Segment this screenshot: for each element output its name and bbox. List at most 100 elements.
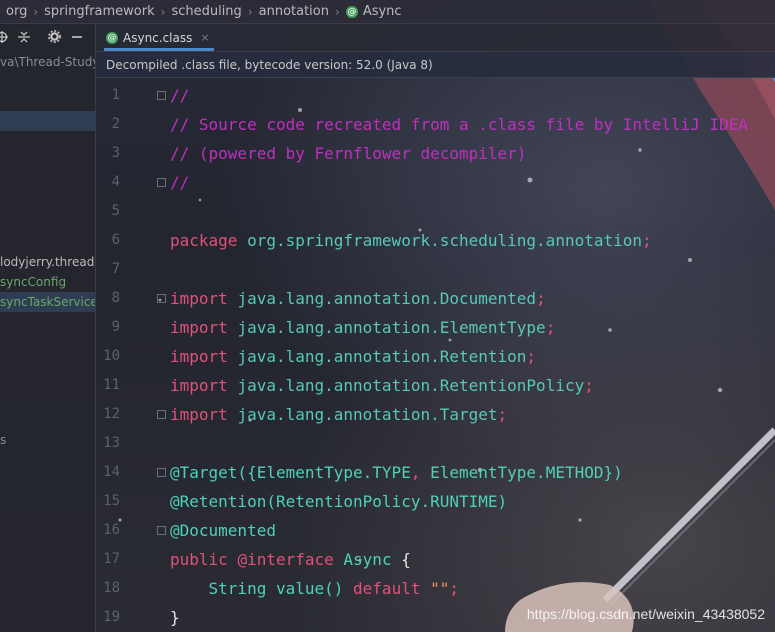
close-icon[interactable]: × (200, 31, 209, 44)
line-number: 19 (103, 609, 120, 625)
code-token: public (170, 550, 238, 569)
code-line: public @interface Async { (170, 545, 411, 574)
tree-marker: s (0, 433, 7, 447)
watermark: https://blog.csdn.net/weixin_43438052 (526, 606, 765, 622)
target-icon[interactable] (0, 30, 8, 43)
code-editor[interactable]: 1 2 3 4 5 6 7 8 9 10 11 12 13 14 15 16 17 18 19 //// Sourc… (96, 79, 775, 632)
code-line: // (powered by Fernflower decompiler) (170, 139, 526, 168)
breadcrumb-separator: › (160, 4, 166, 19)
code-token: // (170, 86, 190, 105)
line-number: 15 (103, 493, 120, 509)
project-panel: va\Thread-Study lodyjerry.thread syncCon… (0, 24, 96, 632)
code-token: default (353, 579, 431, 598)
code-line: } (170, 603, 180, 632)
collapse-icon[interactable] (18, 31, 30, 43)
line-number: 2 (111, 116, 120, 132)
code-token: ; (536, 289, 546, 308)
breadcrumb-separator: › (335, 4, 340, 19)
project-path[interactable]: va\Thread-Study (0, 52, 95, 72)
code-token: String value() (170, 579, 354, 598)
code-token: import (170, 347, 238, 366)
code-token: java.lang.annotation.RetentionPolicy (237, 376, 585, 395)
code-token: org.springframework.scheduling.annotatio… (247, 231, 643, 250)
fold-marker-icon[interactable] (157, 294, 166, 303)
code-token: ; (584, 376, 594, 395)
code-line: import java.lang.annotation.RetentionPol… (170, 371, 594, 400)
code-token: ; (497, 405, 508, 424)
line-number: 18 (103, 580, 120, 596)
code-line: import java.lang.annotation.Documented; (170, 284, 546, 313)
minimize-icon[interactable] (71, 31, 83, 43)
code-token: ; (526, 347, 537, 366)
code-token: @interface (237, 550, 344, 569)
fold-marker-icon[interactable] (157, 91, 166, 100)
code-token: ; (642, 231, 652, 250)
breadcrumb-item-org[interactable]: org (6, 4, 27, 19)
code-token: java.lang.annotation.Retention (237, 347, 527, 366)
code-token: // (powered by Fernflower decompiler) (170, 144, 527, 163)
code-line: import java.lang.annotation.Retention; (170, 342, 536, 371)
code-token: ElementType.METHOD}) (430, 463, 623, 482)
code-token: ; (545, 318, 556, 337)
line-number: 10 (103, 348, 120, 364)
breadcrumb-item-async[interactable]: @ Async (345, 4, 402, 19)
breadcrumb-item-annotation[interactable]: annotation (259, 4, 329, 19)
line-number: 3 (111, 145, 120, 161)
fold-marker-icon[interactable] (157, 178, 166, 187)
code-token: Async (343, 550, 402, 569)
line-number: 13 (103, 435, 120, 451)
fold-marker-icon[interactable] (157, 526, 166, 535)
code-line: // Source code recreated from a .class f… (170, 110, 748, 139)
code-token: java.lang.annotation.Documented (237, 289, 537, 308)
code-token: package (170, 231, 248, 250)
tree-item-async-task-service[interactable]: syncTaskService (0, 292, 95, 312)
code-token: ; (449, 579, 459, 598)
breadcrumb-separator: › (247, 4, 253, 19)
line-number: 8 (111, 290, 120, 306)
line-number: 6 (111, 232, 120, 248)
fold-marker-icon[interactable] (157, 468, 166, 477)
editor-tab-bar: @ Async.class × (96, 24, 775, 52)
code-token: } (170, 608, 180, 627)
code-token: import (170, 289, 238, 308)
tree-selection-highlight (0, 111, 95, 131)
code-token: { (401, 550, 411, 569)
code-line: @Target({ElementType.TYPE, ElementType.M… (170, 458, 623, 487)
code-token: @Retention(RetentionPolicy.RUNTIME) (170, 492, 508, 511)
project-toolbar (0, 24, 95, 49)
code-line: // (170, 81, 189, 110)
code-token: import (170, 376, 238, 395)
code-token: , (410, 463, 431, 482)
decompiled-banner: Decompiled .class file, bytecode version… (96, 52, 775, 78)
code-token: import (170, 318, 238, 337)
code-token: // Source code recreated from a .class f… (170, 115, 748, 134)
code-token: java.lang.annotation.Target (237, 405, 498, 424)
line-number: 17 (103, 551, 120, 567)
code-token: // (170, 173, 190, 192)
line-number: 12 (103, 406, 120, 422)
tree-item-package[interactable]: lodyjerry.thread (0, 252, 95, 272)
annotation-icon: @ (345, 5, 358, 18)
code-line: String value() default ""; (170, 574, 459, 603)
code-token: "" (430, 579, 450, 598)
code-token: @Target({ElementType.TYPE (170, 463, 411, 482)
gear-icon[interactable] (48, 30, 61, 43)
tab-async-class[interactable]: @ Async.class × (104, 27, 214, 51)
annotation-icon: @ (106, 31, 118, 44)
line-number: 7 (111, 261, 120, 277)
breadcrumb-separator: › (33, 4, 39, 19)
tree-item-async-config[interactable]: syncConfig (0, 272, 95, 292)
code-line: @Retention(RetentionPolicy.RUNTIME) (170, 487, 507, 516)
breadcrumb-item-scheduling[interactable]: scheduling (171, 4, 241, 19)
breadcrumb: org › springframework › scheduling › ann… (0, 0, 775, 24)
ide-window: org › springframework › scheduling › ann… (0, 0, 775, 632)
line-gutter: 1 2 3 4 5 6 7 8 9 10 11 12 13 14 15 16 17 18 19 (96, 79, 166, 632)
line-number: 1 (111, 87, 120, 103)
line-number: 4 (111, 174, 120, 190)
breadcrumb-item-springframework[interactable]: springframework (44, 4, 154, 19)
code-line: import java.lang.annotation.ElementType; (170, 313, 555, 342)
line-number: 5 (111, 203, 120, 219)
line-number: 16 (103, 522, 120, 538)
fold-marker-icon[interactable] (157, 410, 166, 419)
code-line: @Documented (170, 516, 276, 545)
